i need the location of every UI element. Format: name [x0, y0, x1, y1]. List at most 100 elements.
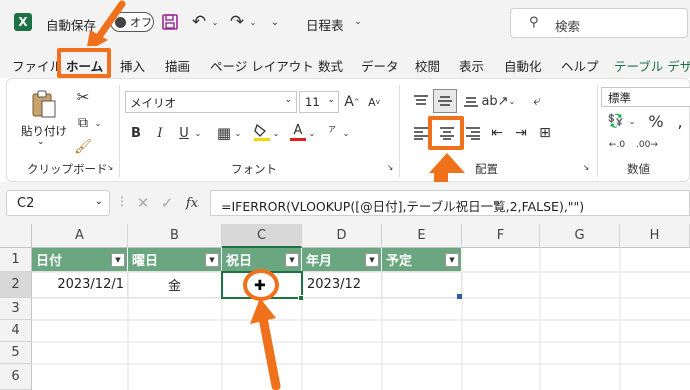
undo-dropdown-icon[interactable]: ⌄ — [210, 14, 220, 30]
name-box[interactable]: C2 ⌄ — [6, 190, 110, 216]
column-header-c[interactable]: C — [222, 224, 302, 248]
accounting-format-icon[interactable]: 💱 — [605, 111, 627, 131]
more-icon: ⋮ — [116, 194, 128, 208]
align-right-icon[interactable] — [463, 123, 483, 143]
paste-icon[interactable] — [31, 89, 57, 119]
align-middle-icon[interactable] — [433, 89, 457, 113]
column-header-g[interactable]: G — [540, 224, 620, 248]
tab-data[interactable]: データ — [361, 56, 399, 75]
wrap-text-icon[interactable]: ⤶ — [527, 91, 547, 111]
column-header-e[interactable]: E — [382, 224, 462, 248]
comma-style-icon[interactable]: , — [671, 111, 689, 131]
tab-help[interactable]: ヘルプ — [561, 56, 599, 75]
orientation-icon[interactable]: ab↗ — [481, 91, 508, 111]
cell-e2[interactable] — [382, 272, 462, 298]
cancel-icon[interactable]: ✕ — [132, 192, 154, 214]
accounting-dropdown-icon[interactable]: ⌄ — [627, 111, 637, 131]
row-header-4[interactable]: 4 — [0, 320, 32, 342]
row-header-6[interactable]: 6 — [0, 364, 32, 390]
filter-dropdown-icon[interactable]: ▼ — [111, 253, 125, 267]
cut-icon[interactable]: ✂ — [73, 87, 93, 107]
borders-icon[interactable]: ▦ — [215, 123, 233, 143]
phonetic-dropdown-icon[interactable]: ⌄ — [341, 123, 351, 143]
number-format-select[interactable]: 標準 — [601, 87, 690, 107]
underline-dropdown-icon[interactable]: ⌄ — [193, 123, 203, 143]
phonetic-icon[interactable]: ア — [323, 123, 341, 143]
clipboard-launcher-icon[interactable]: ↘ — [105, 161, 115, 173]
enter-icon[interactable]: ✓ — [156, 192, 178, 214]
undo-icon[interactable]: ↶ — [188, 12, 210, 32]
column-header-h[interactable]: H — [620, 224, 690, 248]
borders-dropdown-icon[interactable]: ⌄ — [233, 123, 243, 143]
row-header-5[interactable]: 5 — [0, 342, 32, 364]
font-size-select[interactable]: 11 ⌄ — [299, 91, 339, 113]
fill-color-dropdown-icon[interactable]: ⌄ — [271, 123, 281, 143]
merge-center-icon[interactable]: ⊞ — [535, 123, 555, 143]
select-all-corner[interactable] — [0, 224, 32, 248]
shrink-font-icon[interactable]: Av — [365, 91, 383, 113]
column-header-a[interactable]: A — [32, 224, 128, 248]
row-header-2[interactable]: 2 — [0, 272, 32, 298]
row-header-1[interactable]: 1 — [0, 248, 32, 272]
tab-file[interactable]: ファイル — [12, 56, 62, 75]
column-header-b[interactable]: B — [128, 224, 222, 248]
column-header-f[interactable]: F — [462, 224, 540, 248]
row-header-3[interactable]: 3 — [0, 298, 32, 320]
file-name[interactable]: 日程表 — [306, 15, 344, 34]
cell-a2[interactable]: 2023/12/1 — [32, 272, 128, 298]
column-header-d[interactable]: D — [302, 224, 382, 248]
bold-letter: B — [131, 125, 141, 141]
italic-button[interactable]: I — [151, 123, 169, 143]
tab-insert[interactable]: 挿入 — [120, 56, 145, 75]
filter-dropdown-icon[interactable]: ▼ — [365, 253, 379, 267]
tab-automate[interactable]: 自動化 — [504, 56, 542, 75]
orientation-dropdown-icon[interactable]: ⌄ — [507, 91, 517, 111]
font-launcher-icon[interactable]: ↘ — [385, 161, 395, 173]
align-center-highlight — [428, 116, 464, 150]
redo-dropdown-icon[interactable]: ⌄ — [248, 14, 258, 30]
filter-dropdown-icon[interactable]: ▼ — [285, 253, 299, 267]
font-color-icon[interactable]: A — [289, 121, 307, 143]
filename-dropdown-icon[interactable]: ⌄ — [352, 14, 364, 30]
quick-access-dropdown-icon[interactable]: ⌄ — [268, 14, 282, 30]
paste-dropdown-icon[interactable]: ⌄ — [37, 137, 45, 147]
fill-handle[interactable] — [298, 295, 304, 301]
tab-page-layout[interactable]: ページ レイアウト — [210, 56, 314, 75]
align-top-icon[interactable] — [411, 91, 431, 111]
copy-icon[interactable]: ⧉ — [73, 113, 93, 133]
grow-font-icon[interactable]: A ^ — [343, 91, 361, 113]
increase-decimal-icon[interactable]: ←.0 — [605, 135, 629, 155]
tab-table-design[interactable]: テーブル デザイ — [614, 56, 690, 75]
format-painter-icon[interactable]: 🖌 — [73, 137, 93, 157]
tab-view[interactable]: 表示 — [459, 56, 484, 75]
insert-function-button[interactable]: fx — [180, 192, 204, 214]
align-bottom-icon[interactable] — [461, 91, 481, 111]
search-box[interactable]: ⚲ 検索 — [510, 8, 688, 38]
percent-style-button[interactable]: % — [645, 111, 667, 131]
font-name-select[interactable]: メイリオ ⌄ — [125, 91, 297, 113]
decrease-indent-icon[interactable]: ⇤ — [487, 123, 507, 143]
copy-dropdown-icon[interactable]: ⌄ — [93, 113, 103, 133]
filter-dropdown-icon[interactable]: ▼ — [205, 253, 219, 267]
save-icon[interactable] — [160, 12, 180, 32]
table-resize-handle[interactable] — [457, 294, 462, 299]
cell-d2[interactable]: 2023/12 — [303, 272, 382, 298]
font-color-dropdown-icon[interactable]: ⌄ — [307, 123, 317, 143]
tab-review[interactable]: 校閲 — [415, 56, 440, 75]
formula-input[interactable]: =IFERROR(VLOOKUP([@日付],テーブル祝日一覧,2,FALSE)… — [210, 190, 690, 216]
tab-formulas[interactable]: 数式 — [318, 56, 343, 75]
cell-b2[interactable]: 金 — [128, 272, 222, 298]
separator — [399, 85, 400, 177]
alignment-launcher-icon[interactable]: ↘ — [581, 161, 591, 173]
redo-icon[interactable]: ↷ — [226, 12, 248, 32]
bold-button[interactable]: B — [127, 123, 145, 143]
header-label: 曜日 — [132, 254, 159, 269]
fill-color-icon[interactable] — [253, 121, 271, 143]
font-name-value: メイリオ — [130, 96, 176, 110]
filter-dropdown-icon[interactable]: ▼ — [445, 253, 459, 267]
header-label: 年月 — [306, 254, 333, 269]
underline-button[interactable]: U — [175, 123, 193, 143]
decrease-decimal-icon[interactable]: .00→ — [635, 135, 659, 155]
increase-indent-icon[interactable]: ⇥ — [511, 123, 531, 143]
tab-draw[interactable]: 描画 — [165, 56, 190, 75]
